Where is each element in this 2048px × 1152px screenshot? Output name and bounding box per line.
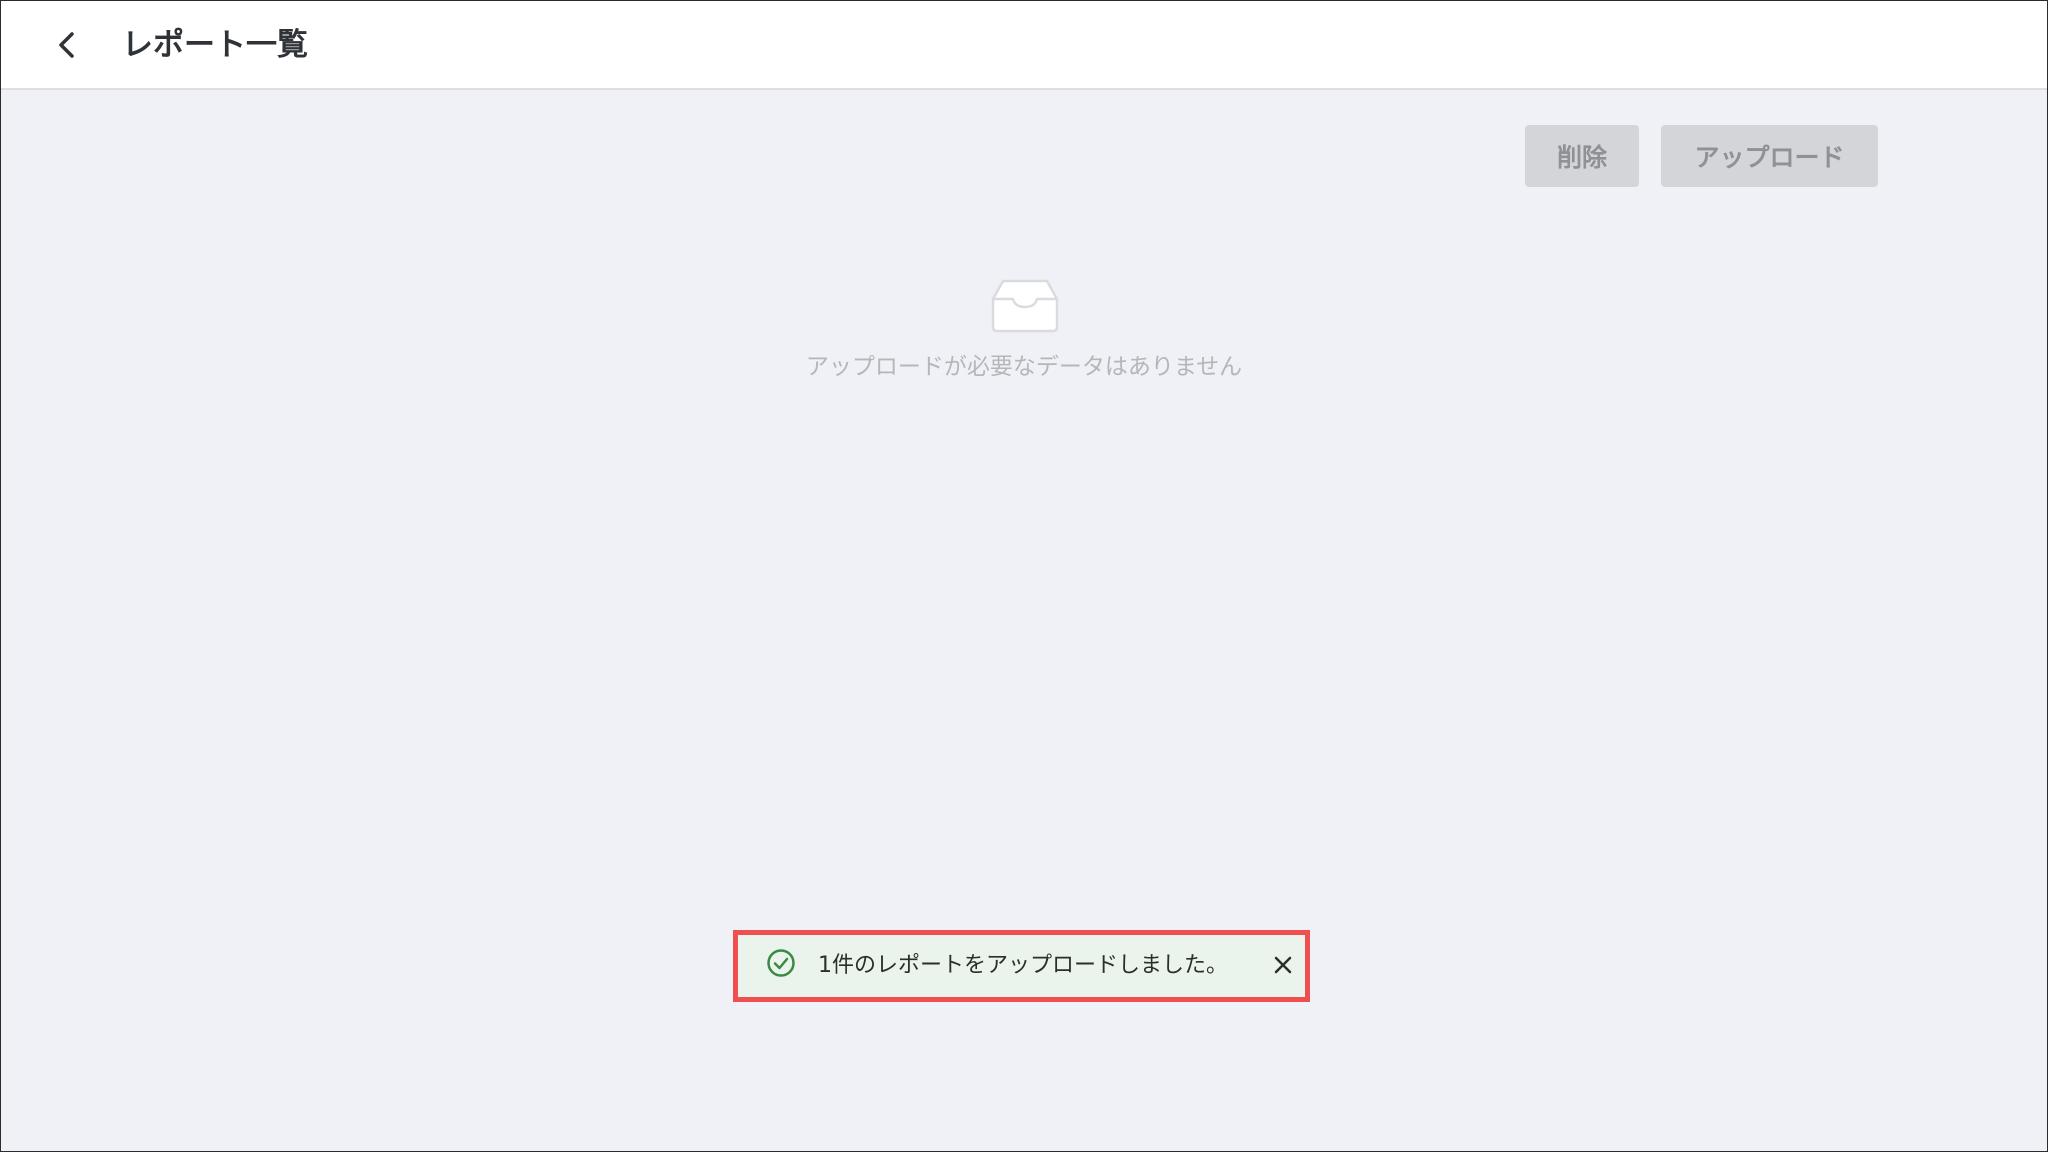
toast-message: 1件のレポートをアップロードしました。 (818, 953, 1228, 978)
back-button[interactable] (45, 23, 89, 67)
empty-state-message: アップロードが必要なデータはありません (805, 354, 1243, 380)
chevron-left-icon (59, 32, 74, 58)
delete-button[interactable]: 削除 (1525, 125, 1639, 187)
close-icon (1274, 956, 1292, 974)
toast-highlight-frame: 1件のレポートをアップロードしました。 (733, 930, 1310, 1002)
page-title: レポート一覧 (122, 27, 308, 63)
check-circle-icon (767, 949, 795, 977)
top-bar: レポート一覧 (1, 1, 2047, 90)
app-window: レポート一覧 削除 アップロード アップロードが必要なデータはありません 1件の… (0, 0, 2048, 1152)
toast-close-button[interactable] (1270, 952, 1296, 978)
inbox-icon (991, 279, 1059, 333)
upload-button[interactable]: アップロード (1661, 125, 1878, 187)
success-toast: 1件のレポートをアップロードしました。 (743, 940, 1300, 992)
